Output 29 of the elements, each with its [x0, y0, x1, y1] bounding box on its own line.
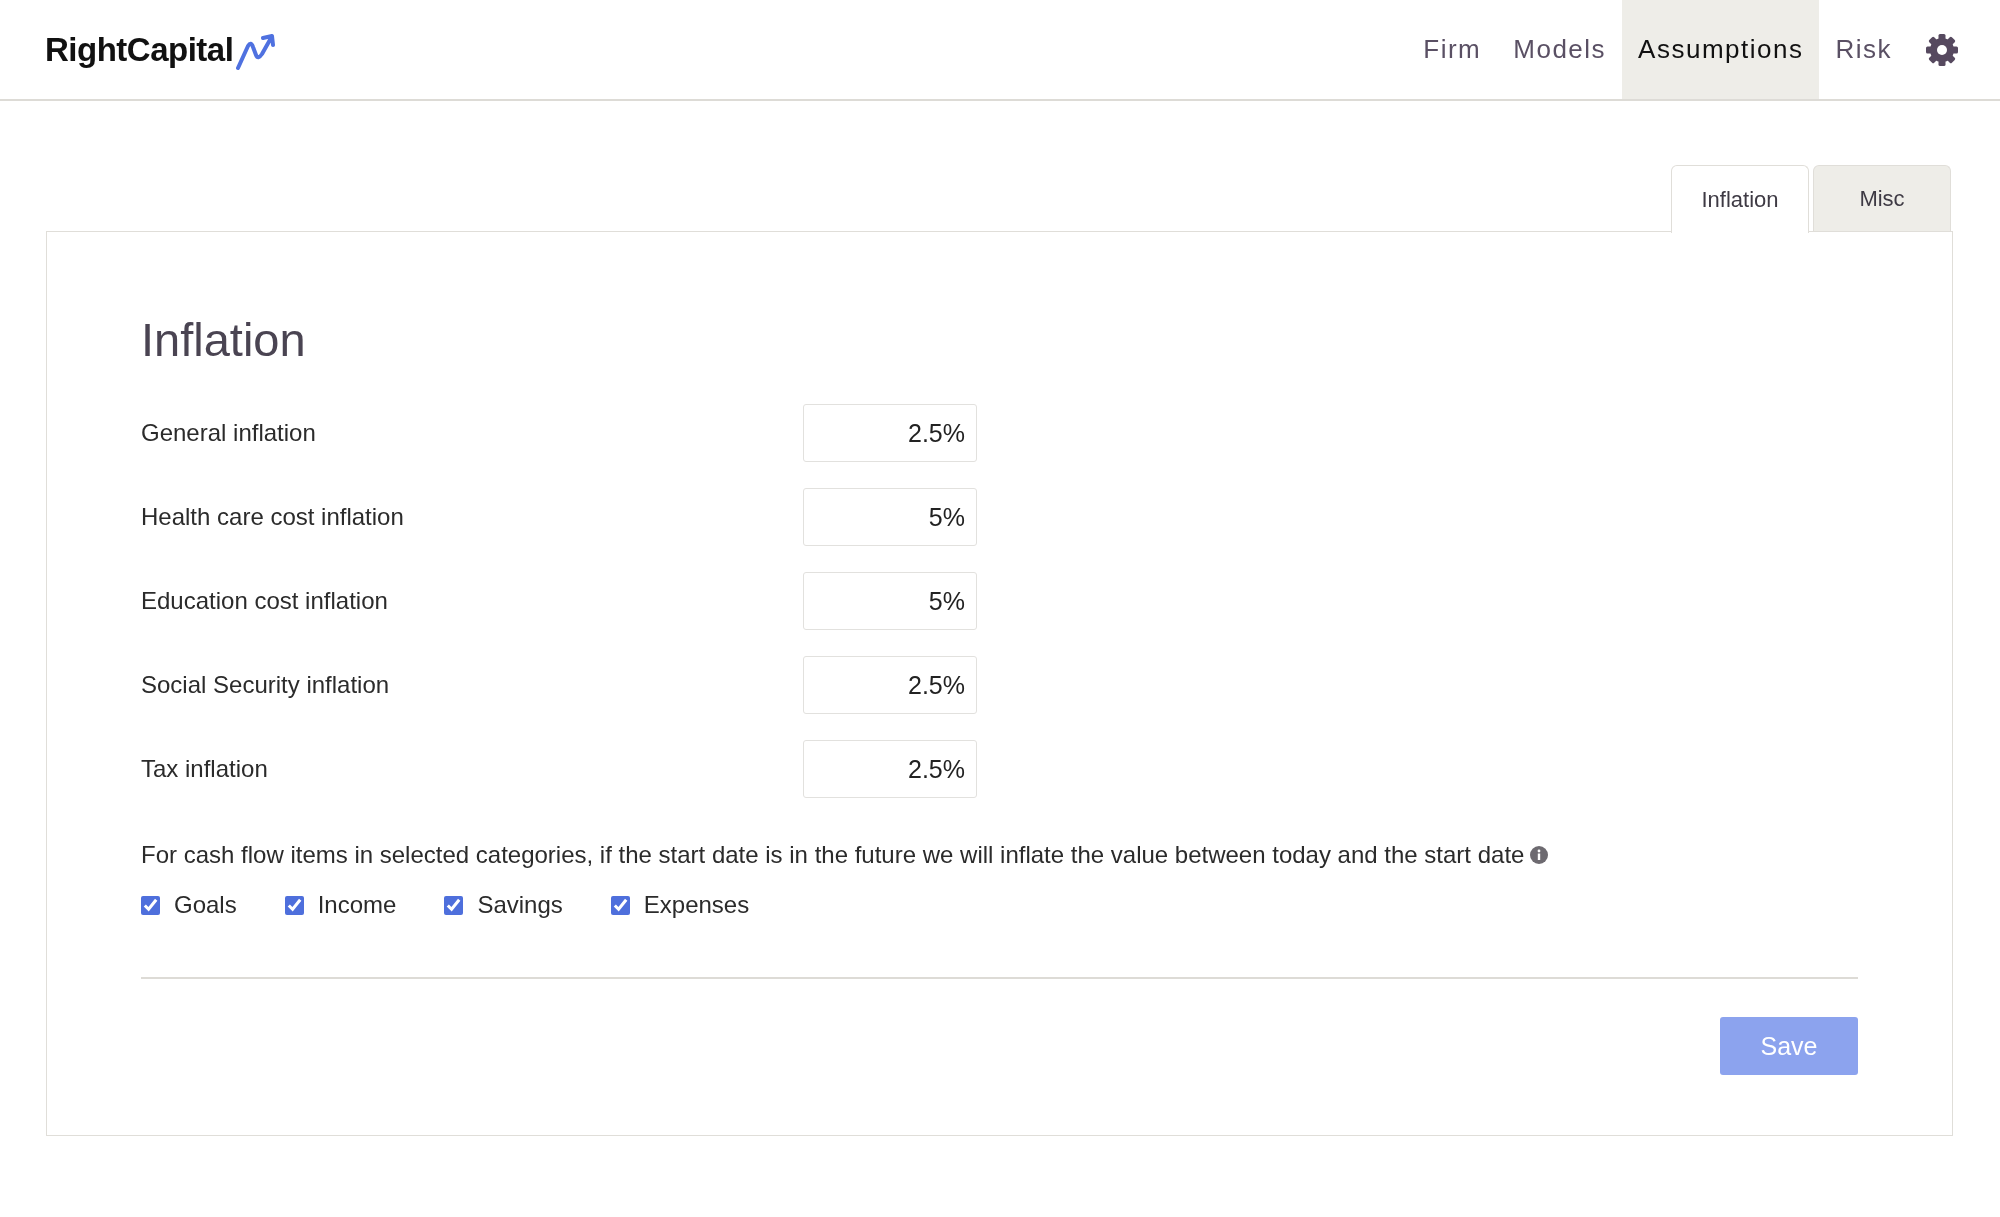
- checkbox-label: Expenses: [643, 891, 750, 919]
- logo-text: RightCapital: [45, 30, 234, 69]
- input-field[interactable]: 5%: [803, 572, 977, 630]
- checkbox[interactable]: [284, 895, 304, 915]
- checkbox[interactable]: [141, 895, 160, 915]
- nav-link[interactable]: Assumptions: [1622, 0, 1820, 99]
- input-field[interactable]: 5%: [803, 488, 977, 546]
- settings-icon[interactable]: [1924, 31, 1960, 68]
- field-label: Tax inflation: [141, 755, 269, 783]
- info-icon[interactable]: [1530, 846, 1549, 864]
- field-label: Health care cost inflation: [141, 503, 405, 531]
- nav-link[interactable]: Firm: [1407, 0, 1498, 99]
- field-label: Social Security inflation: [141, 671, 391, 699]
- checkbox-label: Income: [317, 891, 397, 919]
- checkbox-label: Goals: [174, 891, 237, 919]
- checkbox[interactable]: [444, 895, 464, 915]
- input-field[interactable]: 2.5%: [803, 656, 977, 714]
- input-field[interactable]: 2.5%: [803, 740, 977, 798]
- field-label: Education cost inflation: [141, 587, 389, 615]
- input-field[interactable]: 2.5%: [803, 404, 977, 462]
- field-label: General inflation: [141, 419, 317, 447]
- checkbox[interactable]: [610, 895, 630, 915]
- nav-link[interactable]: Models: [1497, 0, 1623, 99]
- nav-link[interactable]: Risk: [1819, 0, 1908, 99]
- checkbox-label: Savings: [477, 891, 563, 919]
- tab[interactable]: Inflation: [1671, 165, 1809, 233]
- note-text: For cash flow items in selected categories, if the start date is in the future we will inflate the value between today and the start date: [141, 841, 1525, 869]
- tab[interactable]: Misc: [1813, 165, 1951, 231]
- section-title: Inflation: [141, 312, 307, 367]
